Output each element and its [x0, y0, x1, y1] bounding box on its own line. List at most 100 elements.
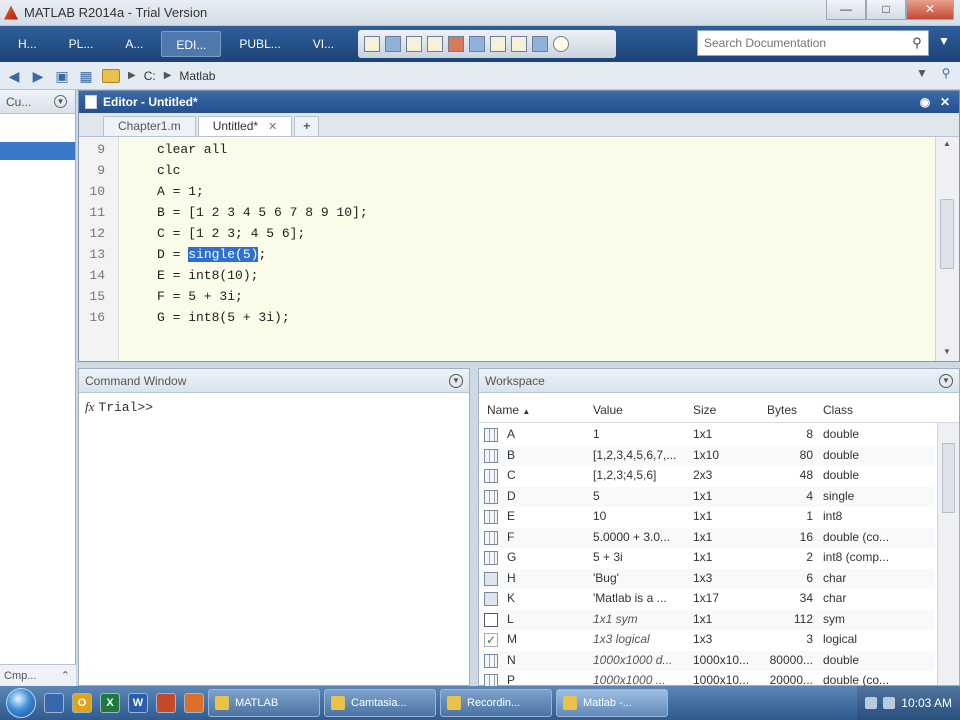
code-line[interactable]: 10 A = 1;: [79, 181, 935, 202]
copy-icon[interactable]: [406, 36, 423, 52]
logical-variable-icon: ✓: [484, 633, 498, 647]
maximize-button[interactable]: □: [866, 0, 906, 20]
search-icon[interactable]: ⚲: [906, 35, 928, 51]
cell-size: 1x1: [693, 509, 713, 523]
code-line[interactable]: 9 clc: [79, 160, 935, 181]
scroll-thumb[interactable]: [940, 199, 954, 269]
customize-icon[interactable]: [511, 36, 528, 52]
column-header-name[interactable]: Name ▲: [487, 403, 530, 417]
tab-view[interactable]: VI...: [299, 31, 348, 57]
tab-close-icon[interactable]: ✕: [268, 121, 277, 133]
scroll-thumb[interactable]: [942, 443, 955, 513]
tab-chapter1[interactable]: Chapter1.m: [103, 116, 196, 136]
search-input[interactable]: [698, 32, 906, 54]
workspace-scrollbar[interactable]: [937, 423, 959, 685]
table-row[interactable]: E 10 1x1 1 int8: [479, 507, 935, 527]
matlab-alt-pin-icon[interactable]: [184, 693, 204, 713]
address-dropdown-icon[interactable]: ▼: [912, 66, 932, 86]
taskbar-button-matlab-window[interactable]: Matlab -...: [556, 689, 668, 717]
folder-search-icon[interactable]: ⚲: [936, 66, 956, 86]
current-folder-footer: Cmp... ⌃: [0, 664, 76, 686]
panel-menu-icon[interactable]: ▼: [939, 373, 953, 388]
new-tab-button[interactable]: +: [294, 116, 320, 136]
volume-icon[interactable]: [883, 697, 896, 709]
redo-icon[interactable]: [469, 36, 486, 52]
panel-menu-icon[interactable]: ▼: [54, 95, 67, 108]
table-row[interactable]: L 1x1 sym 1x1 112 sym: [479, 609, 935, 630]
help-icon[interactable]: [553, 36, 570, 52]
close-icon[interactable]: ✕: [937, 94, 953, 110]
toolstrip-menu-icon[interactable]: ▼: [934, 34, 954, 54]
editor-scrollbar[interactable]: ▲ ▼: [935, 137, 959, 361]
cut-icon[interactable]: [385, 36, 402, 52]
code-line[interactable]: 11 B = [1 2 3 4 5 6 7 8 9 10];: [79, 202, 935, 223]
table-row[interactable]: H 'Bug' 1x3 6 char: [479, 568, 935, 589]
scroll-down-icon[interactable]: ▼: [940, 347, 954, 359]
column-header-class[interactable]: Class: [823, 403, 853, 417]
column-header-value[interactable]: Value: [593, 403, 623, 417]
table-row[interactable]: ✓ M 1x3 logical 1x3 3 logical: [479, 630, 935, 650]
outlook-icon[interactable]: O: [72, 693, 92, 713]
table-row[interactable]: C [1,2,3;4,5,6] 2x3 48 double: [479, 466, 935, 486]
paste-icon[interactable]: [427, 36, 444, 52]
save-icon[interactable]: [364, 36, 381, 52]
clock[interactable]: 10:03 AM: [901, 696, 952, 710]
panel-menu-icon[interactable]: ▼: [449, 373, 463, 388]
path-segment[interactable]: C:: [144, 69, 156, 83]
tab-editor[interactable]: EDI...: [161, 31, 222, 57]
table-row[interactable]: K 'Matlab is a ... 1x17 34 char: [479, 589, 935, 609]
browse-folder-icon[interactable]: ▦: [76, 66, 96, 86]
table-row[interactable]: F 5.0000 + 3.0... 1x1 16 double (co...: [479, 527, 935, 548]
back-arrow-icon[interactable]: ◀: [4, 66, 24, 86]
panel-splitter[interactable]: [470, 368, 478, 686]
workspace-header: Workspace ▼: [479, 369, 959, 393]
panel-title: Command Window: [85, 373, 187, 388]
taskbar-button-camtasia[interactable]: Camtasia...: [324, 689, 436, 717]
column-header-bytes[interactable]: Bytes: [767, 403, 797, 417]
cell-class: double (co...: [823, 529, 890, 544]
code-line[interactable]: 16 G = int8(5 + 3i);: [79, 307, 935, 328]
code-line[interactable]: 15 F = 5 + 3i;: [79, 286, 935, 307]
table-row[interactable]: A 1 1x1 8 double: [479, 425, 935, 445]
tab-plots[interactable]: PL...: [55, 31, 108, 57]
taskbar-button-recording[interactable]: Recordin...: [440, 689, 552, 717]
up-folder-icon[interactable]: ▣: [52, 66, 72, 86]
panel-menu-icon[interactable]: ◉: [917, 94, 933, 110]
matlab-pin-icon[interactable]: [156, 693, 176, 713]
code-area[interactable]: 9 clear all 9 clc 10 A = 1; 11 B = [1 2 3 4 5 6…: [79, 137, 935, 361]
command-window[interactable]: Command Window ▼ fx Trial>>: [78, 368, 470, 686]
code-line[interactable]: 13 D = single(5);: [79, 244, 935, 265]
cell-class: char: [823, 570, 847, 585]
path-segment[interactable]: Matlab: [179, 69, 215, 83]
excel-icon[interactable]: X: [100, 693, 120, 713]
code-line[interactable]: 14 E = int8(10);: [79, 265, 935, 286]
explorer-icon[interactable]: [44, 693, 64, 713]
command-prompt-line[interactable]: fx Trial>>: [85, 399, 153, 415]
undo-icon[interactable]: [448, 36, 465, 52]
tab-publish[interactable]: PUBL...: [225, 31, 294, 57]
file-list-item[interactable]: [0, 142, 75, 160]
start-button[interactable]: [6, 688, 36, 718]
close-button[interactable]: ✕: [906, 0, 954, 20]
layout-icon[interactable]: [532, 36, 549, 52]
minimize-button[interactable]: —: [826, 0, 866, 20]
table-row[interactable]: D 5 1x1 4 single: [479, 486, 935, 507]
tab-apps[interactable]: A...: [111, 31, 157, 57]
word-icon[interactable]: W: [128, 693, 148, 713]
switch-windows-icon[interactable]: [490, 36, 507, 52]
tab-home[interactable]: H...: [4, 31, 51, 57]
table-row[interactable]: B [1,2,3,4,5,6,7,... 1x10 80 double: [479, 445, 935, 466]
table-row[interactable]: N 1000x1000 d... 1000x10... 80000... double: [479, 650, 935, 671]
function-browser-icon[interactable]: fx: [85, 399, 94, 414]
taskbar-button-matlab[interactable]: MATLAB: [208, 689, 320, 717]
network-icon[interactable]: [865, 697, 878, 709]
cell-name: A: [507, 427, 516, 441]
code-line[interactable]: 9 clear all: [79, 139, 935, 160]
code-line[interactable]: 12 C = [1 2 3; 4 5 6];: [79, 223, 935, 244]
table-row[interactable]: G 5 + 3i 1x1 2 int8 (comp...: [479, 548, 935, 568]
scroll-up-icon[interactable]: ▲: [940, 139, 954, 151]
column-header-size[interactable]: Size: [693, 403, 716, 417]
chevron-up-icon[interactable]: ⌃: [61, 669, 70, 682]
forward-arrow-icon[interactable]: ▶: [28, 66, 48, 86]
tab-untitled[interactable]: Untitled* ✕: [197, 116, 293, 136]
